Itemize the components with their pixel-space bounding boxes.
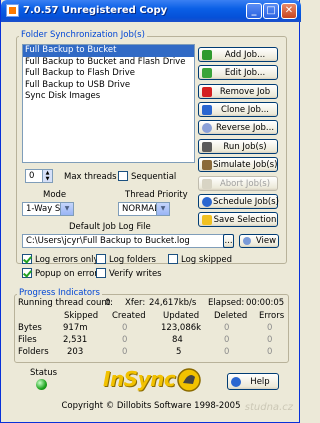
magnifier-icon	[243, 237, 251, 245]
simulate-icon	[202, 160, 212, 170]
table-cell: 203	[67, 347, 84, 357]
help-icon	[231, 377, 241, 387]
row-label: Folders	[18, 347, 49, 357]
schedule-jobs-button[interactable]: Schedule Job(s)	[198, 194, 279, 209]
help-button[interactable]: Help	[227, 373, 279, 390]
window-title: 7.0.57 Unregistered Copy	[23, 5, 168, 16]
chevron-down-icon: ▼	[156, 203, 169, 215]
sequential-label: Sequential	[131, 172, 177, 182]
elapsed-value: 00:00:05	[246, 298, 285, 308]
simulate-jobs-button[interactable]: Simulate Job(s)	[198, 157, 278, 172]
spin-arrows-icon[interactable]: ▲ ▼	[42, 170, 52, 182]
thread-priority-label: Thread Priority	[125, 190, 188, 200]
maximize-button[interactable]: □	[263, 3, 279, 19]
table-cell: 84	[172, 335, 183, 345]
table-cell: 123,086k	[161, 323, 202, 333]
table-cell: 0	[267, 323, 273, 333]
view-button[interactable]: View	[239, 234, 279, 248]
thread-priority-select[interactable]: NORMAL ▼	[118, 202, 170, 216]
abort-jobs-button[interactable]: Abort Job(s)	[198, 176, 278, 191]
log-folders-label: Log folders	[109, 255, 156, 265]
table-cell: 917m	[63, 323, 88, 333]
log-file-input[interactable]: C:\Users\jcyr\Full Backup to Bucket.log	[22, 234, 232, 248]
add-icon	[202, 50, 212, 60]
table-cell: 5	[176, 347, 182, 357]
max-threads-stepper[interactable]: 0 ▲ ▼	[25, 169, 53, 183]
max-threads-label: Max threads	[64, 172, 117, 182]
reverse-icon	[202, 123, 212, 133]
run-icon	[202, 142, 212, 152]
status-label: Status	[30, 368, 58, 378]
sequential-checkbox[interactable]	[118, 171, 128, 181]
column-header: Deleted	[214, 311, 248, 321]
row-label: Files	[18, 335, 37, 345]
edit-job-button[interactable]: Edit Job...	[198, 65, 278, 80]
table-cell: 0	[224, 323, 230, 333]
run-jobs-button[interactable]: Run Job(s)	[198, 139, 278, 154]
clock-icon	[202, 197, 212, 207]
log-skipped-checkbox[interactable]	[168, 254, 178, 264]
job-list-item[interactable]: Sync Disk Images	[23, 91, 194, 103]
table-cell: 0	[224, 335, 230, 345]
table-cell: 2,531	[63, 335, 88, 345]
clone-job-button[interactable]: Clone Job...	[198, 102, 278, 117]
table-cell: 0	[122, 323, 128, 333]
log-file-label: Default Job Log File	[69, 222, 151, 232]
table-cell: 0	[267, 335, 273, 345]
verify-writes-label: Verify writes	[109, 269, 162, 279]
armadillo-logo-icon	[177, 368, 201, 392]
log-errors-only-label: Log errors only	[35, 255, 99, 265]
progress-frame-label: Progress Indicators	[17, 288, 102, 298]
xfer-value: 24,617kb/s	[149, 298, 197, 308]
mode-select[interactable]: 1-Way Sync ▼	[22, 202, 74, 216]
checkmark-icon	[202, 68, 212, 78]
remove-job-button[interactable]: Remove Job	[198, 84, 278, 99]
elapsed-label: Elapsed:	[208, 298, 245, 308]
xfer-label: Xfer:	[125, 298, 146, 308]
column-header: Errors	[259, 311, 285, 321]
table-cell: 0	[122, 347, 128, 357]
save-icon	[202, 215, 212, 225]
clone-icon	[202, 105, 212, 115]
status-indicator-icon	[36, 379, 47, 390]
popup-on-error-label: Popup on error	[35, 269, 98, 279]
insync-logo: InSync	[103, 367, 176, 391]
insync-window: 7.0.57 Unregistered Copy _ □ ✕ Folder Sy…	[0, 0, 301, 423]
running-thread-value: 0	[105, 298, 111, 308]
jobs-frame-label: Folder Synchronization Job(s)	[19, 30, 147, 40]
log-folders-checkbox[interactable]	[96, 254, 106, 264]
job-list[interactable]: Full Backup to Bucket Full Backup to Buc…	[22, 44, 195, 163]
chevron-down-icon: ▼	[60, 203, 73, 215]
minimize-button[interactable]: _	[246, 3, 262, 19]
running-thread-label: Running thread count:	[18, 298, 113, 308]
abort-icon	[202, 179, 212, 189]
mode-label: Mode	[43, 190, 67, 200]
table-cell: 0	[267, 347, 273, 357]
browse-button[interactable]: ...	[223, 234, 234, 248]
job-list-item[interactable]: Full Backup to Bucket and Flash Drive	[23, 57, 194, 69]
watermark: studna.cz	[244, 402, 293, 413]
column-header: Created	[112, 311, 146, 321]
delete-icon	[202, 87, 212, 97]
table-cell: 0	[224, 347, 230, 357]
add-job-button[interactable]: Add Job...	[198, 47, 278, 62]
log-errors-only-checkbox[interactable]	[22, 254, 32, 264]
job-list-item[interactable]: Full Backup to Bucket	[23, 45, 194, 57]
close-button[interactable]: ✕	[281, 3, 297, 19]
table-cell: 0	[122, 335, 128, 345]
app-icon	[6, 4, 19, 17]
verify-writes-checkbox[interactable]	[96, 268, 106, 278]
title-bar[interactable]: 7.0.57 Unregistered Copy _ □ ✕	[1, 0, 301, 22]
job-list-item[interactable]: Full Backup to USB Drive	[23, 80, 194, 92]
reverse-job-button[interactable]: Reverse Job...	[198, 120, 278, 135]
column-header: Updated	[163, 311, 200, 321]
save-selection-button[interactable]: Save Selection	[198, 212, 278, 227]
row-label: Bytes	[18, 323, 42, 333]
popup-on-error-checkbox[interactable]	[22, 268, 32, 278]
column-header: Skipped	[64, 311, 99, 321]
log-skipped-label: Log skipped	[181, 255, 233, 265]
job-list-item[interactable]: Full Backup to Flash Drive	[23, 68, 194, 80]
